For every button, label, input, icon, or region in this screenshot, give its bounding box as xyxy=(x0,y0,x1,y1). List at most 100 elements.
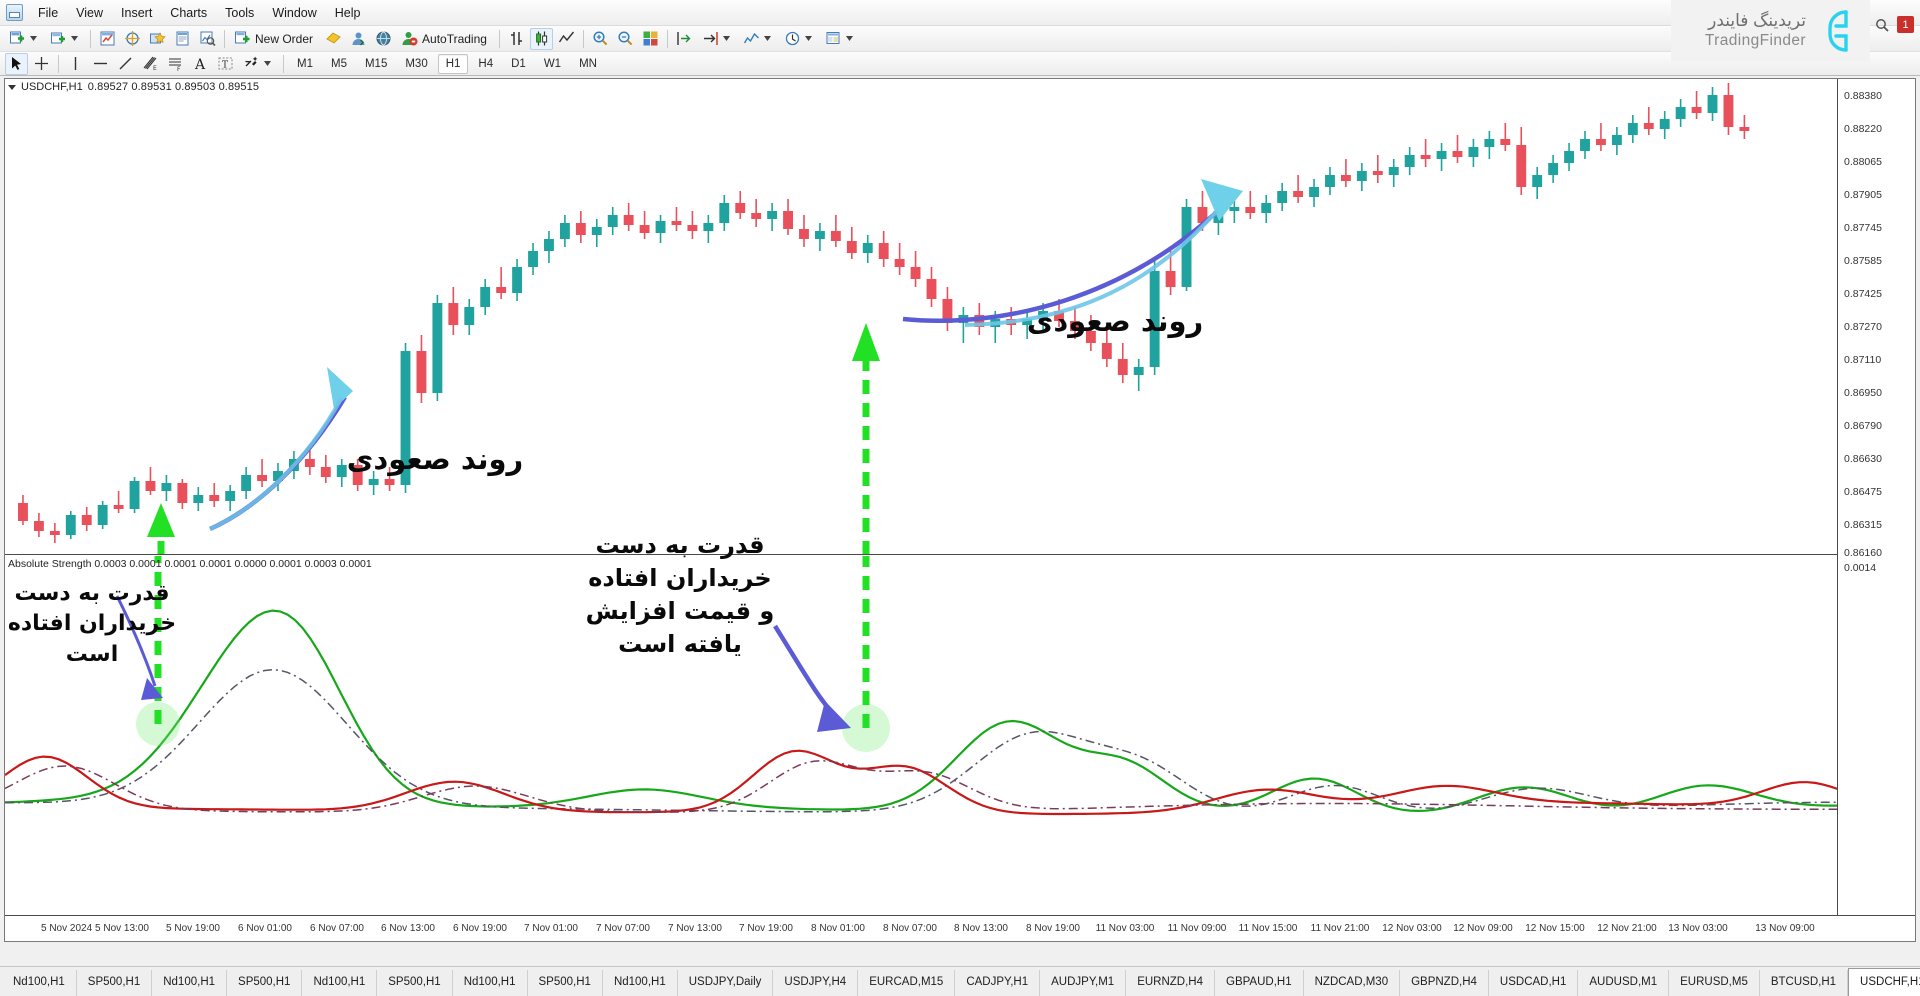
candle-body xyxy=(1580,139,1590,151)
notification-badge[interactable]: 1 xyxy=(1897,16,1914,33)
crosshair-tool[interactable] xyxy=(30,53,53,75)
symbol-tab[interactable]: USDJPY,Daily xyxy=(677,970,774,996)
new-chart-icon xyxy=(10,31,24,44)
symbol-tab[interactable]: EURNZD,H4 xyxy=(1126,970,1215,996)
templates-button[interactable] xyxy=(821,28,860,50)
horizontal-line-tool[interactable] xyxy=(89,53,112,75)
profiles-button[interactable] xyxy=(46,28,85,50)
menu-window[interactable]: Window xyxy=(263,3,325,23)
timeframe-h1[interactable]: H1 xyxy=(437,53,469,74)
chart-menu-triangle-icon[interactable] xyxy=(8,84,16,90)
metaeditor-button[interactable] xyxy=(322,28,345,50)
vertical-line-tool[interactable] xyxy=(64,53,87,75)
new-order-button[interactable]: New Order xyxy=(230,28,320,50)
timeframe-h4[interactable]: H4 xyxy=(470,54,501,74)
periods-button[interactable] xyxy=(780,28,819,50)
candle-body xyxy=(1197,207,1208,223)
fibonacci-retracement-tool[interactable]: F xyxy=(164,53,187,75)
arrows-tool[interactable] xyxy=(239,53,278,75)
chart-shift-button[interactable] xyxy=(698,28,737,50)
candle-body xyxy=(990,319,1001,327)
symbol-tab-bar[interactable]: Nd100,H1 SP500,H1 Nd100,H1 SP500,H1 Nd100,H1… xyxy=(0,966,1920,996)
symbol-tab[interactable]: CADJPY,H1 xyxy=(955,970,1041,996)
time-tick-label: 6 Nov 13:00 xyxy=(381,923,435,934)
menu-file[interactable]: File xyxy=(29,3,67,23)
menu-insert[interactable]: Insert xyxy=(112,3,161,23)
symbol-tab[interactable]: EURUSD,M5 xyxy=(1669,970,1760,996)
equidistant-channel-tool[interactable]: E xyxy=(139,53,162,75)
symbol-tab[interactable]: USDCHF,H1 xyxy=(1848,968,1920,996)
auto-scroll-button[interactable] xyxy=(673,28,696,50)
trendline-tool[interactable] xyxy=(114,53,137,75)
symbol-tab[interactable]: AUDUSD,M1 xyxy=(1578,970,1670,996)
market-watch-button[interactable] xyxy=(96,28,119,50)
indicator-pane[interactable]: Absolute Strength 0.0003 0.0001 0.0001 0… xyxy=(5,556,1837,915)
candle-body xyxy=(544,239,554,251)
candle-body xyxy=(1022,319,1033,325)
autotrading-button[interactable]: AutoTrading xyxy=(397,28,494,50)
indicators-button[interactable] xyxy=(739,28,778,50)
candle-body xyxy=(432,303,443,393)
price-pane[interactable] xyxy=(5,79,1837,555)
menu-view[interactable]: View xyxy=(67,3,112,23)
timeframe-d1[interactable]: D1 xyxy=(503,54,534,74)
candle-body xyxy=(177,483,188,503)
mql5-community-button[interactable] xyxy=(372,28,395,50)
timeframe-m15[interactable]: M15 xyxy=(357,54,395,74)
symbol-tab[interactable]: EURCAD,M15 xyxy=(858,970,956,996)
chart-window[interactable]: USDCHF,H1 0.89527 0.89531 0.89503 0.8951… xyxy=(4,78,1916,942)
new-chart-button[interactable] xyxy=(5,28,44,50)
timeframe-m30[interactable]: M30 xyxy=(397,54,435,74)
line-chart-icon xyxy=(558,31,574,43)
timeframe-mn[interactable]: MN xyxy=(571,54,605,74)
menu-tools[interactable]: Tools xyxy=(216,3,263,23)
bar-chart-button[interactable] xyxy=(505,28,528,50)
symbol-tab[interactable]: Nd100,H1 xyxy=(602,970,678,996)
globe-icon xyxy=(376,31,391,46)
market-watch-icon xyxy=(100,31,115,46)
text-tool[interactable]: A xyxy=(189,53,212,75)
text-label-tool[interactable]: T xyxy=(214,53,237,75)
strategy-tester-button[interactable] xyxy=(196,28,219,50)
symbol-tab[interactable]: BTCUSD,H1 xyxy=(1759,970,1849,996)
search-icon[interactable] xyxy=(1875,18,1889,32)
symbol-tab[interactable]: Nd100,H1 xyxy=(2,970,77,996)
symbol-tab[interactable]: USDJPY,H4 xyxy=(773,970,859,996)
tile-windows-button[interactable] xyxy=(639,28,662,50)
mt4-app-icon xyxy=(6,4,23,21)
symbol-tab[interactable]: SP500,H1 xyxy=(377,970,453,996)
data-window-button[interactable] xyxy=(121,28,144,50)
timeframe-m5[interactable]: M5 xyxy=(323,54,355,74)
symbol-tab[interactable]: NZDCAD,M30 xyxy=(1303,970,1401,996)
price-tick-label: 0.86950 xyxy=(1844,387,1882,399)
candle-body xyxy=(1293,191,1304,197)
symbol-tab[interactable]: Nd100,H1 xyxy=(452,970,528,996)
menu-charts[interactable]: Charts xyxy=(161,3,216,23)
crosshair-icon xyxy=(35,57,48,70)
candle-body xyxy=(1245,207,1256,213)
zoom-out-button[interactable] xyxy=(614,28,637,50)
timeframe-m1[interactable]: M1 xyxy=(289,54,321,74)
candle-body xyxy=(974,315,985,327)
symbol-tab[interactable]: SP500,H1 xyxy=(76,970,153,996)
symbol-tab[interactable]: GBPAUD,H1 xyxy=(1215,970,1304,996)
time-tick-label: 12 Nov 21:00 xyxy=(1597,923,1657,934)
svg-text:E: E xyxy=(153,65,157,72)
candle-body xyxy=(559,223,570,239)
cursor-tool[interactable] xyxy=(5,52,28,75)
symbol-tab[interactable]: Nd100,H1 xyxy=(152,970,228,996)
symbol-tab[interactable]: Nd100,H1 xyxy=(302,970,378,996)
timeframe-w1[interactable]: W1 xyxy=(536,54,569,74)
candlestick-chart-button[interactable] xyxy=(529,27,553,50)
symbol-tab[interactable]: GBPNZD,H4 xyxy=(1400,970,1489,996)
symbol-tab[interactable]: AUDJPY,M1 xyxy=(1040,970,1127,996)
expert-advisors-button[interactable] xyxy=(347,28,370,50)
symbol-tab[interactable]: SP500,H1 xyxy=(527,970,603,996)
line-chart-button[interactable] xyxy=(555,28,578,50)
symbol-tab[interactable]: USDCAD,H1 xyxy=(1488,970,1579,996)
symbol-tab[interactable]: SP500,H1 xyxy=(227,970,303,996)
terminal-button[interactable] xyxy=(171,28,194,50)
menu-help[interactable]: Help xyxy=(326,3,370,23)
zoom-in-button[interactable] xyxy=(589,28,612,50)
navigator-button[interactable] xyxy=(146,28,169,50)
